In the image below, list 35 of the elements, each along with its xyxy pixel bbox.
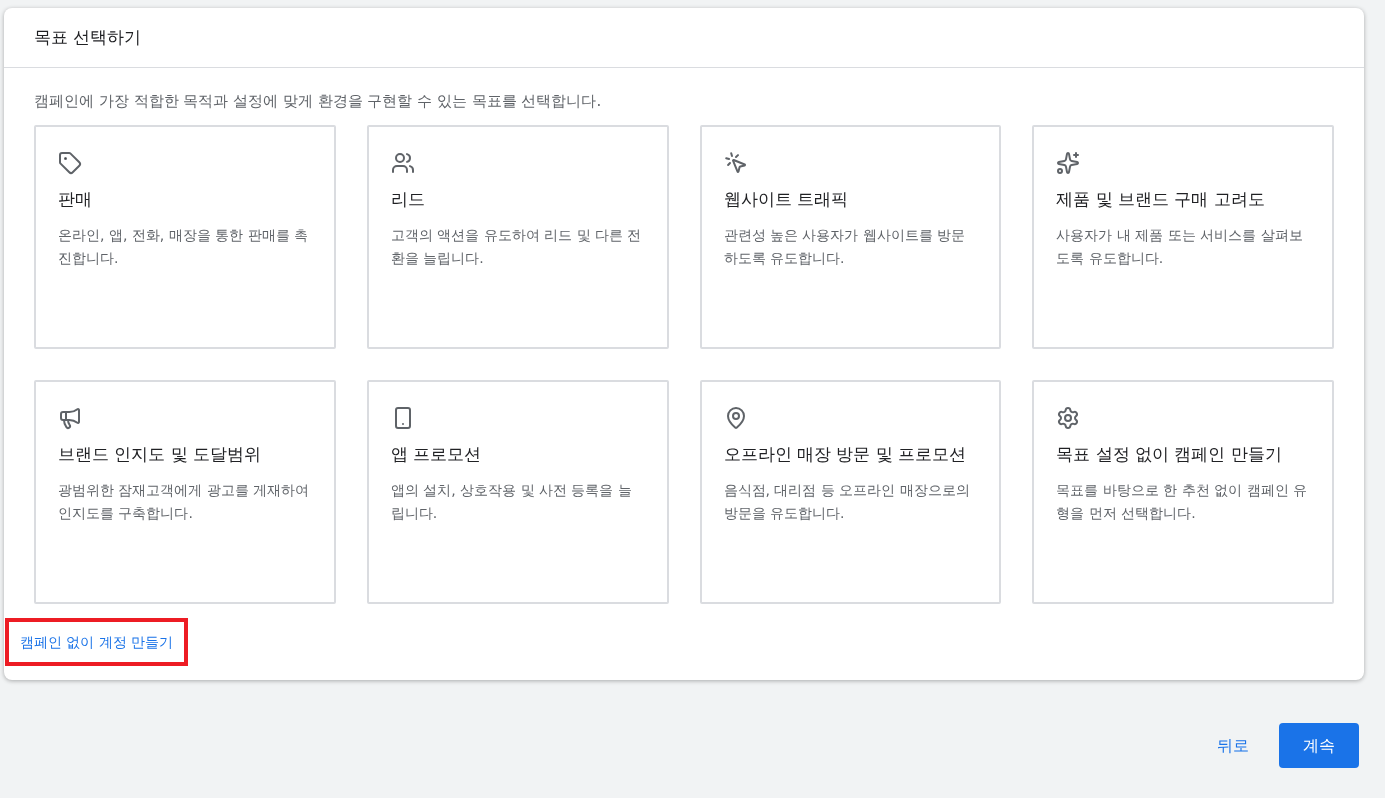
goal-title: 앱 프로모션 (390, 442, 482, 466)
goal-title: 웹사이트 트래픽 (723, 187, 848, 211)
goal-description: 관련성 높은 사용자가 웹사이트를 방문하도록 유도합니다. (723, 226, 967, 268)
goal-card[interactable]: 앱 프로모션 앱의 설치, 상호작용 및 사전 등록을 늘립니다. (366, 379, 669, 604)
goal-card[interactable]: 제품 및 브랜드 구매 고려도 사용자가 내 제품 또는 서비스를 살펴보도록 유도합니다. (1032, 124, 1334, 349)
sparkles-icon (1056, 150, 1081, 175)
goal-title: 제품 및 브랜드 구매 고려도 (1056, 187, 1265, 211)
goal-description: 광범위한 잠재고객에게 광고를 게재하여 인지도를 구축합니다. (58, 481, 311, 523)
goal-title: 리드 (390, 187, 425, 211)
settings-icon (1056, 405, 1081, 430)
goal-title: 브랜드 인지도 및 도달범위 (58, 442, 262, 466)
cursor-click-icon (723, 150, 748, 175)
back-button[interactable]: 뒤로 (1207, 723, 1259, 768)
goal-card[interactable]: 리드 고객의 액션을 유도하여 리드 및 다른 전환을 늘립니다. (366, 124, 669, 349)
goal-description: 목표를 바탕으로 한 추천 없이 캠페인 유형을 먼저 선택합니다. (1056, 481, 1308, 523)
goal-title: 판매 (58, 187, 92, 211)
goal-card[interactable]: 브랜드 인지도 및 도달범위 광범위한 잠재고객에게 광고를 게재하여 인지도를 구축합니다. (34, 379, 336, 604)
goal-card[interactable]: 오프라인 매장 방문 및 프로모션 음식점, 대리점 등 오프라인 매장으로의 방문을 유도합니다. (699, 379, 1002, 604)
megaphone-icon (58, 405, 82, 430)
goal-card[interactable]: 웹사이트 트래픽 관련성 높은 사용자가 웹사이트를 방문하도록 유도합니다. (699, 124, 1002, 349)
continue-button[interactable]: 계속 (1279, 723, 1359, 768)
goal-title: 목표 설정 없이 캠페인 만들기 (1056, 442, 1282, 466)
create-account-link[interactable]: 캠페인 없이 계정 만들기 (20, 631, 174, 653)
tag-icon (58, 150, 82, 175)
goal-description: 온라인, 앱, 전화, 매장을 통한 판매를 촉진합니다. (58, 226, 310, 268)
people-icon (390, 150, 415, 175)
goal-description: 고객의 액션을 유도하여 리드 및 다른 전환을 늘립니다. (390, 226, 643, 268)
goal-description: 사용자가 내 제품 또는 서비스를 살펴보도록 유도합니다. (1056, 226, 1304, 268)
goal-description: 음식점, 대리점 등 오프라인 매장으로의 방문을 유도합니다. (723, 481, 971, 523)
dialog-description: 캠페인에 가장 적합한 목적과 설정에 맞게 환경을 구현할 수 있는 목표를 선택합니다. (34, 91, 602, 112)
goal-title: 오프라인 매장 방문 및 프로모션 (723, 442, 967, 466)
goal-card[interactable]: 판매 온라인, 앱, 전화, 매장을 통한 판매를 촉진합니다. (34, 124, 336, 349)
goal-description: 앱의 설치, 상호작용 및 사전 등록을 늘립니다. (390, 481, 633, 523)
dialog-title: 목표 선택하기 (34, 25, 142, 49)
goal-card[interactable]: 목표 설정 없이 캠페인 만들기 목표를 바탕으로 한 추천 없이 캠페인 유형을 먼저 선택합니다. (1032, 379, 1334, 604)
